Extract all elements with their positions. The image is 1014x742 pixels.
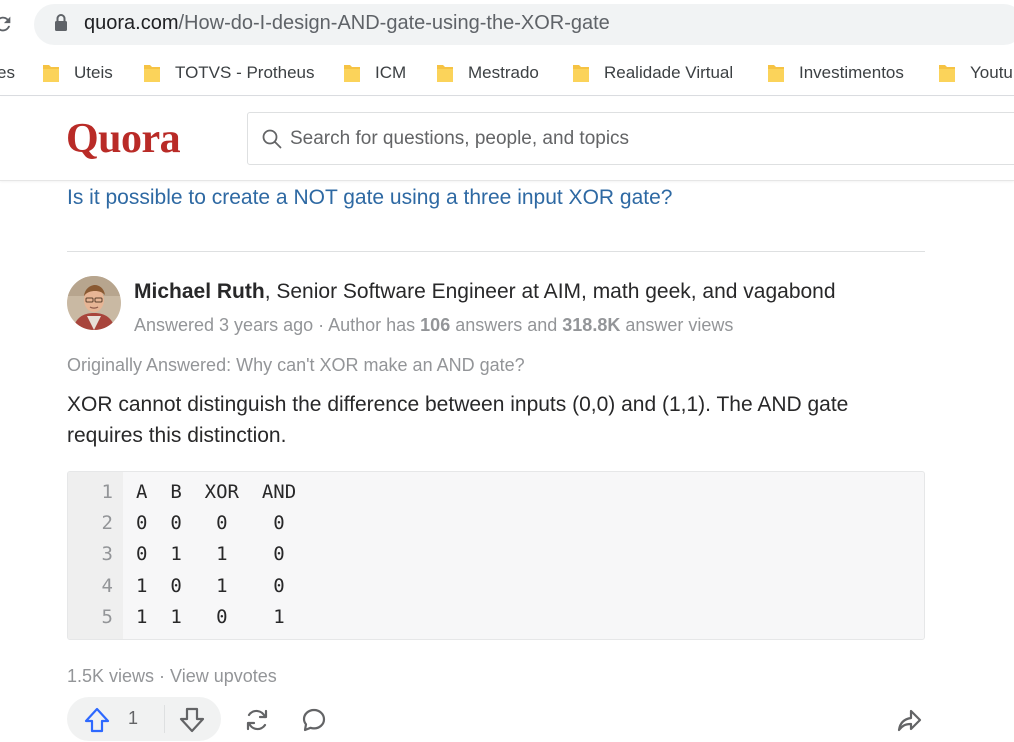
code-text: A B XOR AND [136,481,297,503]
views-line: 1.5K views · View upvotes [67,666,277,687]
folder-icon [344,65,360,82]
comment-icon[interactable] [300,706,328,734]
upvote-count: 1 [128,708,139,728]
code-line: 3 0 1 1 0 [68,539,924,570]
address-url[interactable]: quora.com/How-do-I-design-AND-gate-using… [84,12,610,35]
related-question-link[interactable]: Is it possible to create a NOT gate usin… [67,186,672,210]
code-text: 0 0 0 0 [136,512,285,534]
share-icon[interactable] [896,706,924,734]
folder-icon [573,65,589,82]
downvote-icon[interactable] [178,707,206,733]
line-number: 5 [101,606,113,628]
code-line: 1 A B XOR AND [68,477,924,508]
search-box[interactable] [247,112,1014,165]
lock-icon[interactable] [53,13,69,33]
bookmark-totvs-protheus[interactable]: TOTVS - Protheus [143,61,315,85]
code-line: 5 1 1 0 1 [68,602,924,633]
avatar[interactable] [67,276,121,330]
upvote-icon[interactable] [83,707,111,733]
line-number: 3 [101,543,113,565]
code-text: 0 1 1 0 [136,543,285,565]
bookmark-realidade-virtual[interactable]: Realidade Virtual [572,61,733,85]
avatar-image [67,276,121,330]
views-count: 318.8K [562,315,621,335]
search-icon [262,129,282,149]
folder-icon [437,65,453,82]
folder-icon [939,65,955,82]
bookmark-mestrado[interactable]: Mestrado [436,61,539,85]
search-input[interactable] [290,125,890,153]
folder-icon [144,65,160,82]
vote-divider [164,705,165,733]
code-text: 1 1 0 1 [136,606,285,628]
answers-count: 106 [420,315,451,335]
author-name[interactable]: Michael Ruth [134,280,265,303]
code-line: 4 1 0 1 0 [68,571,924,602]
folder-icon [768,65,784,82]
folder-icon [43,65,59,82]
code-line: 2 0 0 0 0 [68,508,924,539]
line-number: 2 [101,512,113,534]
bookmarks-bar: es Uteis TOTVS - Protheus ICM Mestrado R… [0,50,1014,96]
divider [67,251,925,252]
line-number: 1 [101,481,113,503]
originally-answered[interactable]: Originally Answered: Why can't XOR make … [67,355,525,376]
bookmark-partial[interactable]: es [0,61,15,85]
bookmark-uteis[interactable]: Uteis [42,61,113,85]
code-block: 1 A B XOR AND 2 0 0 0 0 3 0 1 1 0 4 1 0 … [67,471,925,640]
bookmark-investimentos[interactable]: Investimentos [767,61,904,85]
code-text: 1 0 1 0 [136,575,285,597]
reshare-icon[interactable] [243,706,271,734]
answered-date[interactable]: Answered 3 years ago [134,315,313,335]
quora-logo[interactable]: Quora [66,115,181,163]
views-count-label: 1.5K views [67,666,155,686]
quora-header: Quora [0,97,1014,181]
browser-toolbar: quora.com/How-do-I-design-AND-gate-using… [0,0,1014,50]
answer-text: XOR cannot distinguish the difference be… [67,393,849,447]
line-number: 4 [101,575,113,597]
bookmark-icm[interactable]: ICM [343,61,406,85]
vote-pill: 1 [67,697,221,741]
view-upvotes-link[interactable]: · View upvotes [154,666,277,686]
reload-icon[interactable] [0,12,14,36]
author-credential: , Senior Software Engineer at AIM, math … [264,280,836,303]
bookmark-youtube[interactable]: Youtu [938,61,1013,85]
author-line: Michael Ruth, Senior Software Engineer a… [134,280,836,304]
answer-meta: Answered 3 years ago · Author has 106 an… [134,315,734,335]
